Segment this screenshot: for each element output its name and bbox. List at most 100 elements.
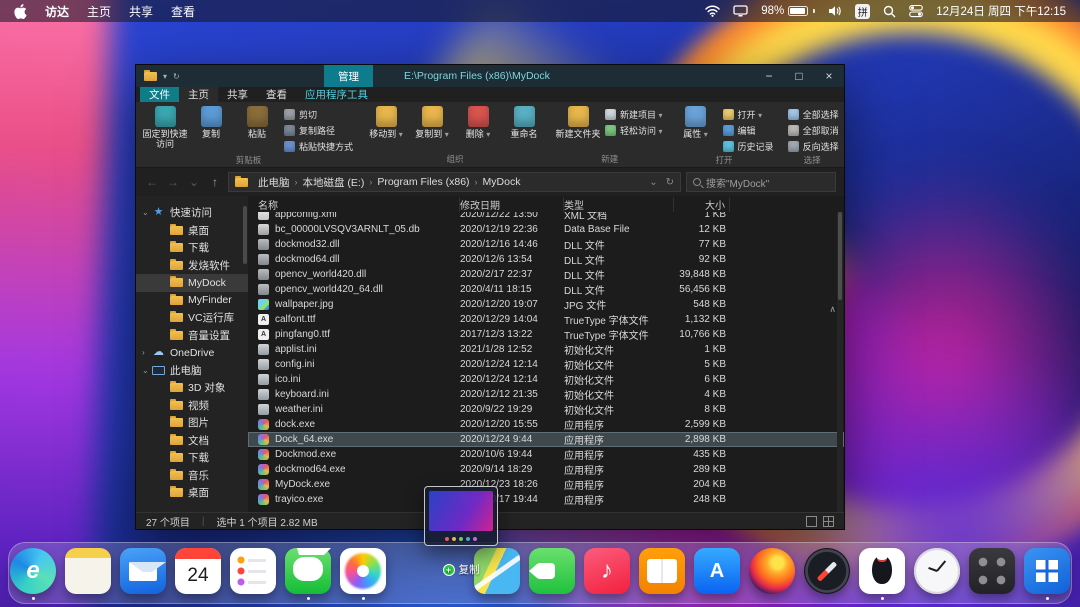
ribbon-button-轻松访问[interactable]: 轻松访问 ▾ (605, 124, 663, 137)
qat-redo-icon[interactable]: ↻ (173, 72, 180, 81)
ribbon-button-粘贴快捷方式[interactable]: 粘贴快捷方式 (284, 140, 353, 153)
chevron-icon[interactable]: ⌄ (142, 208, 152, 217)
control-center-icon[interactable] (909, 4, 924, 18)
column-header-类型[interactable]: 类型 (564, 196, 674, 212)
ribbon-button-新建文件夹[interactable]: 新建文件夹 (555, 103, 601, 152)
file-row-dock.exe[interactable]: dock.exe 2020/12/20 15:55 应用程序 2,599 KB (248, 417, 844, 432)
sidebar-item-mydock[interactable]: MyDock (136, 274, 248, 292)
dock-music[interactable] (584, 545, 630, 601)
up-button[interactable]: ↑ (207, 175, 223, 189)
file-row-config.ini[interactable]: config.ini 2020/12/24 12:14 初始化文件 5 KB (248, 357, 844, 372)
ribbon-button-剪切[interactable]: 剪切 (284, 108, 353, 121)
sidebar-item-hot-software[interactable]: 发烧软件 (136, 257, 248, 275)
ribbon-button-重命名[interactable]: 重命名 (501, 103, 547, 152)
file-row-keyboard.ini[interactable]: keyboard.ini 2020/12/12 21:35 初始化文件 4 KB (248, 387, 844, 402)
menu-item-2[interactable]: 共享 (129, 3, 153, 20)
dock-calendar[interactable] (175, 545, 221, 601)
search-icon[interactable] (883, 5, 896, 18)
file-row-opencv_world420.dll[interactable]: opencv_world420.dll 2020/2/17 22:37 DLL 文件… (248, 267, 844, 282)
dock-messages[interactable] (285, 545, 331, 601)
sidebar-item-quick-access[interactable]: ⌄ ★ 快速访问 (136, 204, 248, 222)
column-header-修改日期[interactable]: 修改日期 (460, 196, 564, 212)
sidebar-item-onedrive[interactable]: › ☁ OneDrive (136, 344, 248, 362)
sidebar-item-myfinder[interactable]: MyFinder (136, 292, 248, 310)
ribbon-button-删除[interactable]: 删除 ▾ (455, 103, 501, 152)
dock-mail[interactable] (120, 545, 166, 601)
maximize-button[interactable]: □ (784, 65, 814, 87)
chevron-icon[interactable]: ⌄ (142, 366, 152, 375)
dock-firefox[interactable] (749, 545, 795, 601)
address-dropdown-icon[interactable]: ⌄ (649, 177, 657, 188)
sidebar-item-this-pc[interactable]: ⌄ 此电脑 (136, 362, 248, 380)
file-row-wallpaper.jpg[interactable]: wallpaper.jpg 2020/12/20 19:07 JPG 文件 548 K… (248, 297, 844, 312)
breadcrumb-本地磁盘 (E:)[interactable]: 本地磁盘 (E:) (303, 175, 365, 190)
file-row-appconfig.xml[interactable]: appconfig.xml 2020/12/22 13:50 XML 文档 1 KB (248, 212, 844, 222)
file-row-bc_00000LVSQV3ARNLT_05.db[interactable]: bc_00000LVSQV3ARNLT_05.db 2020/12/19 22:3… (248, 222, 844, 237)
dock-books[interactable] (639, 545, 685, 601)
titlebar[interactable]: ▾ ↻ 管理 E:\Program Files (x86)\MyDock − □… (136, 65, 844, 87)
column-header-大小[interactable]: 大小 (674, 196, 730, 212)
ribbon-button-固定到快速访问[interactable]: 固定到快速访问 (142, 103, 188, 153)
dock-launchpad[interactable] (969, 545, 1015, 601)
qat-customize-icon[interactable]: ▾ (163, 72, 167, 81)
file-row-opencv_world420_64.dll[interactable]: opencv_world420_64.dll 2020/4/11 18:15 DLL… (248, 282, 844, 297)
recent-locations-icon[interactable]: ⌄ (186, 175, 202, 189)
dock-notes[interactable] (65, 545, 111, 601)
ribbon-button-编辑[interactable]: 编辑 (722, 124, 774, 137)
sidebar-item-desktop-pin[interactable]: 桌面 (136, 222, 248, 240)
file-row-weather.ini[interactable]: weather.ini 2020/9/22 19:29 初始化文件 8 KB (248, 402, 844, 417)
file-row-ico.ini[interactable]: ico.ini 2020/12/24 12:14 初始化文件 6 KB (248, 372, 844, 387)
sidebar-scrollbar[interactable] (243, 206, 247, 264)
file-row-trayico.exe[interactable]: trayico.exe 2019/10/17 19:44 应用程序 248 KB (248, 492, 844, 507)
tab-文件[interactable]: 文件 (140, 87, 179, 102)
dock-appstore[interactable] (694, 545, 740, 601)
sidebar-item-3d-objects[interactable]: 3D 对象 (136, 379, 248, 397)
file-row-Dock_64.exe[interactable]: Dock_64.exe 2020/12/24 9:44 应用程序 2,898 KB (248, 432, 844, 447)
dock-safari[interactable] (804, 545, 850, 601)
menubar-datetime[interactable]: 12月24日 周四 下午12:15 (936, 3, 1066, 19)
input-method-icon[interactable]: 拼 (855, 3, 871, 19)
sidebar-item-desktop[interactable]: 桌面 (136, 484, 248, 502)
chevron-icon[interactable]: › (142, 348, 152, 357)
close-button[interactable]: × (814, 65, 844, 87)
sidebar-item-volume-settings[interactable]: 音量设置 (136, 327, 248, 345)
dock-clock[interactable] (914, 545, 960, 601)
menu-item-1[interactable]: 主页 (87, 3, 111, 20)
battery-indicator[interactable]: 98% (761, 5, 816, 17)
sidebar-item-vc-runtime[interactable]: VC运行库 (136, 309, 248, 327)
dock-facetime[interactable] (529, 545, 575, 601)
apple-menu-icon[interactable] (14, 3, 27, 19)
refresh-icon[interactable]: ↻ (666, 177, 674, 188)
file-list-scrollbar[interactable] (837, 212, 843, 512)
scrollbar-thumb[interactable] (838, 212, 842, 300)
sidebar-item-downloads[interactable]: 下载 (136, 449, 248, 467)
file-row-applist.ini[interactable]: applist.ini 2021/1/28 12:52 初始化文件 1 KB (248, 342, 844, 357)
ribbon-button-粘贴[interactable]: 粘贴 (234, 103, 280, 153)
ribbon-button-新建项目[interactable]: 新建项目 ▾ (605, 108, 663, 121)
ribbon-button-历史记录[interactable]: 历史记录 (722, 140, 774, 153)
dock-windows[interactable] (1024, 545, 1070, 601)
file-row-pingfang0.ttf[interactable]: pingfang0.ttf2017/12/3 13:22TrueType 字体文… (248, 327, 844, 342)
breadcrumb-MyDock[interactable]: MyDock (483, 176, 521, 188)
tab-应用程序工具[interactable]: 应用程序工具 (296, 87, 377, 102)
ribbon-button-复制路径[interactable]: 复制路径 (284, 124, 353, 137)
tab-主页[interactable]: 主页 (179, 87, 218, 102)
manage-contextual-tab[interactable]: 管理 (324, 65, 373, 87)
ribbon-button-复制到[interactable]: 复制到 ▾ (409, 103, 455, 152)
dock-qq[interactable] (859, 545, 905, 601)
column-header-名称[interactable]: 名称 (258, 196, 460, 212)
breadcrumb-此电脑[interactable]: 此电脑 (258, 175, 290, 190)
sidebar-item-videos[interactable]: 视频 (136, 397, 248, 415)
back-button[interactable]: ← (144, 175, 160, 189)
display-mirroring-icon[interactable] (733, 5, 748, 17)
sidebar-item-documents[interactable]: 文档 (136, 432, 248, 450)
ribbon-button-打开[interactable]: 打开 ▾ (722, 108, 774, 121)
file-row-dockmod32.dll[interactable]: dockmod32.dll 2020/12/16 14:46 DLL 文件 77 KB (248, 237, 844, 252)
address-box[interactable]: 此电脑 › 本地磁盘 (E:) › Program Files (x86) › MyDock… (228, 172, 681, 192)
file-row-dockmod64.exe[interactable]: dockmod64.exe 2020/9/14 18:29 应用程序 289 KB (248, 462, 844, 477)
menu-item-0[interactable]: 访达 (45, 3, 69, 20)
breadcrumb-Program Files (x86)[interactable]: Program Files (x86) (377, 176, 469, 188)
dock-reminders[interactable] (230, 545, 276, 601)
file-row-calfont.ttf[interactable]: calfont.ttf2020/12/29 14:04TrueType 字体文件… (248, 312, 844, 327)
minimize-button[interactable]: − (754, 65, 784, 87)
